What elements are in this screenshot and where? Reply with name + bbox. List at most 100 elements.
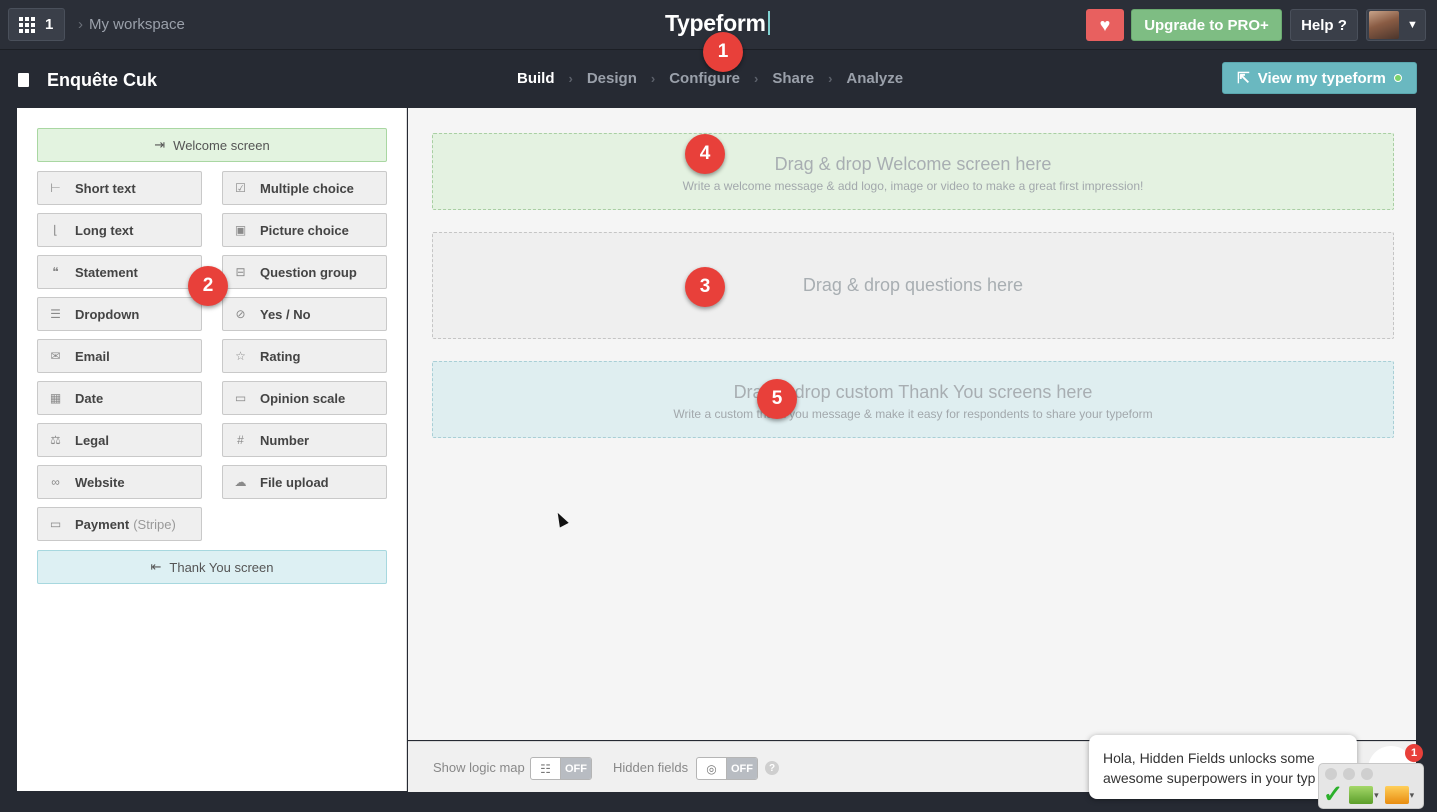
chevron-right-icon: › (650, 71, 656, 86)
multiple-choice-label: Multiple choice (260, 180, 354, 196)
annotation-badge: 3 (685, 267, 725, 307)
checkmark-icon[interactable]: ✓ (1323, 783, 1343, 807)
welcome-screen-label: Welcome screen (173, 137, 270, 153)
form-title[interactable]: Enquête Cuk (47, 70, 157, 91)
long-text-label: Long text (75, 222, 134, 238)
card-icon: ▭ (49, 517, 62, 531)
yes-no-label: Yes / No (260, 306, 311, 322)
tab-build[interactable]: Build (517, 70, 555, 87)
rating-label: Rating (260, 348, 301, 364)
opinion-scale-label: Opinion scale (260, 390, 346, 406)
chevron-right-icon: › (78, 16, 83, 33)
opinion-scale-button[interactable]: ▭ Opinion scale (222, 381, 387, 415)
workspace-label[interactable]: My workspace (89, 16, 185, 33)
welcome-dropzone[interactable]: Drag & drop Welcome screen here Write a … (432, 133, 1394, 210)
view-typeform-label: View my typeform (1257, 69, 1386, 87)
exit-icon: ⇤ (150, 559, 162, 574)
account-menu[interactable]: ▼ (1366, 9, 1426, 41)
chevron-right-icon: › (568, 71, 573, 86)
star-icon: ☆ (235, 349, 246, 363)
statement-button[interactable]: ❝ Statement (37, 255, 202, 289)
website-button[interactable]: ∞ Website (37, 465, 202, 499)
avatar (1369, 11, 1399, 39)
tray-widget[interactable]: ✓ ▾ ▾ (1318, 763, 1424, 809)
caret-down-icon: ▾ (1374, 789, 1379, 800)
status-dot (1393, 74, 1402, 82)
date-button[interactable]: ▦ Date (37, 381, 202, 415)
legal-button[interactable]: ⚖ Legal (37, 423, 202, 457)
short-text-button[interactable]: ⊢ Short text (37, 171, 202, 205)
questions-dropzone-title: Drag & drop questions here (802, 275, 1024, 295)
grid-icon (19, 16, 35, 33)
annotation-badge: 5 (757, 379, 797, 419)
external-link-icon: ⇱ (1237, 70, 1250, 87)
chevron-right-icon: › (828, 71, 833, 86)
cloud-upload-icon: ☁ (234, 475, 247, 489)
calendar-icon: ▦ (49, 391, 62, 405)
dropdown-button[interactable]: ☰ Dropdown (37, 297, 202, 331)
hidden-fields-toggle[interactable]: ◎ OFF (696, 757, 758, 780)
number-button[interactable]: # Number (222, 423, 387, 457)
statement-label: Statement (75, 264, 138, 280)
upgrade-button[interactable]: Upgrade to PRO+ (1131, 9, 1282, 41)
question-palette: ⇥ Welcome screen ⊢ Short text ⌊ Long text … (17, 108, 407, 791)
welcome-dropzone-hint: Write a welcome message & add logo, imag… (682, 179, 1144, 193)
link-icon: ∞ (51, 475, 60, 489)
tab-configure[interactable]: Configure (669, 70, 740, 87)
short-text-label: Short text (75, 180, 136, 196)
orange-drive-icon[interactable] (1384, 786, 1409, 804)
chevron-right-icon: › (754, 71, 759, 86)
annotation-badge: 4 (685, 134, 725, 174)
logo-text: Typeform (665, 10, 766, 36)
picture-choice-button[interactable]: ▣ Picture choice (222, 213, 387, 247)
logo-caret (767, 11, 770, 35)
long-text-icon: ⌊ (53, 223, 58, 237)
date-label: Date (75, 390, 104, 406)
payment-button[interactable]: ▭ Payment (Stripe) (37, 507, 202, 541)
help-button[interactable]: Help ? (1290, 9, 1358, 41)
question-group-button[interactable]: ⊟ Question group (222, 255, 387, 289)
multiple-choice-button[interactable]: ☑ Multiple choice (222, 171, 387, 205)
email-button[interactable]: ✉ Email (37, 339, 202, 373)
number-label: Number (260, 432, 310, 448)
chat-notification-badge: 1 (1405, 744, 1423, 762)
picture-icon: ▣ (234, 223, 247, 237)
heart-icon: ♥ (1099, 14, 1111, 35)
short-text-icon: ⊢ (50, 181, 61, 195)
heart-button[interactable]: ♥ (1086, 9, 1124, 41)
rating-button[interactable]: ☆ Rating (222, 339, 387, 373)
thank-you-dropzone[interactable]: Drag & drop custom Thank You screens her… (432, 361, 1394, 438)
checkbox-icon: ☑ (235, 181, 246, 195)
annotation-badge: 2 (188, 266, 228, 306)
hash-icon: # (237, 433, 244, 447)
yes-no-button[interactable]: ⊘ Yes / No (222, 297, 387, 331)
group-icon: ⊟ (235, 265, 246, 279)
apps-button[interactable]: 1 (8, 8, 65, 41)
picture-choice-label: Picture choice (260, 222, 349, 238)
breadcrumb-workspace[interactable]: › My workspace (78, 16, 185, 33)
tab-share[interactable]: Share (772, 70, 814, 87)
file-upload-button[interactable]: ☁ File upload (222, 465, 387, 499)
welcome-screen-button[interactable]: ⇥ Welcome screen (37, 128, 387, 162)
builder-canvas: Drag & drop Welcome screen here Write a … (408, 108, 1416, 740)
statement-icon: ❝ (52, 265, 59, 279)
green-drive-icon[interactable] (1349, 786, 1374, 804)
payment-suffix: (Stripe) (133, 516, 176, 532)
step-nav: Build › Design › Configure › Share › Ana… (517, 70, 903, 87)
chat-message[interactable]: Hola, Hidden Fields unlocks some awesome… (1089, 735, 1357, 799)
help-icon[interactable]: ? (765, 761, 779, 775)
questions-dropzone[interactable]: Drag & drop questions here (432, 232, 1394, 339)
tray-icons: ✓ ▾ ▾ (1323, 783, 1414, 807)
thank-you-dropzone-title: Drag & drop custom Thank You screens her… (733, 382, 1093, 402)
website-label: Website (75, 474, 125, 490)
logic-map-label: Show logic map (433, 760, 525, 775)
view-typeform-button[interactable]: ⇱ View my typeform (1222, 62, 1417, 94)
tab-analyze[interactable]: Analyze (846, 70, 903, 87)
tab-design[interactable]: Design (587, 70, 637, 87)
apps-count: 1 (45, 16, 54, 33)
long-text-button[interactable]: ⌊ Long text (37, 213, 202, 247)
annotation-badge: 1 (703, 32, 743, 72)
email-icon: ✉ (50, 349, 61, 363)
logic-map-toggle[interactable]: ☷ OFF (530, 757, 592, 780)
thank-you-screen-button[interactable]: ⇤ Thank You screen (37, 550, 387, 584)
